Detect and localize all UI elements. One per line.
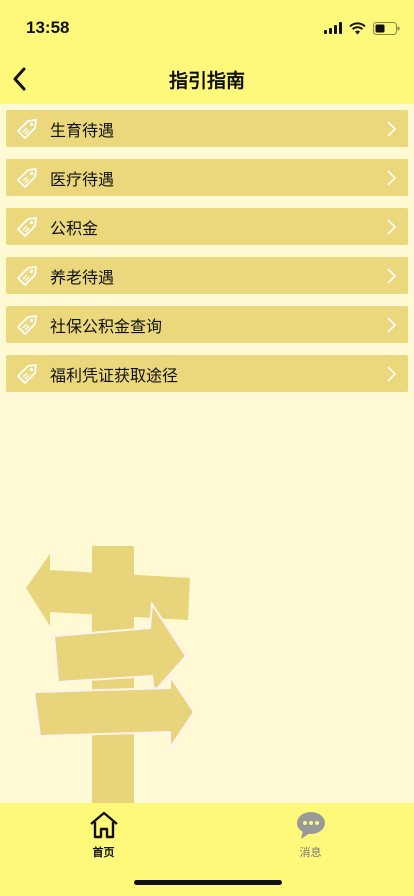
tag-icon: [15, 264, 39, 288]
menu-item-pension[interactable]: 养老待遇: [6, 257, 408, 294]
tag-icon: [15, 215, 39, 239]
chevron-right-icon: [384, 218, 398, 236]
menu-item-label: 公积金: [50, 218, 99, 238]
menu-item-label: 养老待遇: [50, 267, 115, 287]
battery-icon: [373, 21, 400, 35]
tab-label: 首页: [92, 846, 115, 859]
menu-item-label: 社保公积金查询: [50, 316, 163, 336]
chevron-right-icon: [384, 267, 398, 285]
page-title: 指引指南: [168, 70, 245, 92]
status-icons: [324, 20, 400, 36]
menu-item-welfare-certificate[interactable]: 福利凭证获取途径: [6, 355, 408, 392]
tag-icon: [15, 166, 39, 190]
chevron-right-icon: [384, 169, 398, 187]
menu-item-label: 生育待遇: [50, 120, 115, 140]
tag-icon: [15, 362, 39, 386]
status-time: 13:58: [26, 18, 70, 37]
chevron-right-icon: [384, 120, 398, 138]
chat-bubble-icon: [295, 809, 327, 841]
menu-item-housing-fund[interactable]: 公积金: [6, 208, 408, 245]
chevron-right-icon: [384, 365, 398, 383]
wifi-icon: [349, 21, 366, 35]
menu-item-label: 医疗待遇: [50, 169, 115, 189]
signpost-illustration: [26, 546, 196, 804]
menu-item-maternity[interactable]: 生育待遇: [6, 110, 408, 147]
tag-icon: [15, 313, 39, 337]
menu-item-medical[interactable]: 医疗待遇: [6, 159, 408, 196]
menu-item-label: 福利凭证获取途径: [50, 365, 179, 385]
signal-icon: [324, 22, 342, 34]
home-icon: [88, 809, 120, 841]
top-bar: 13:58 指引指南: [0, 0, 414, 104]
tag-icon: [15, 117, 39, 141]
menu-item-social-fund-query[interactable]: 社保公积金查询: [6, 306, 408, 343]
chevron-right-icon: [384, 316, 398, 334]
guide-menu-list: 生育待遇 医疗待遇 公积金 养老待遇 社保公积金查询 福利凭证获取途径: [6, 110, 408, 392]
home-indicator: [134, 880, 282, 885]
tab-label: 消息: [299, 846, 322, 859]
